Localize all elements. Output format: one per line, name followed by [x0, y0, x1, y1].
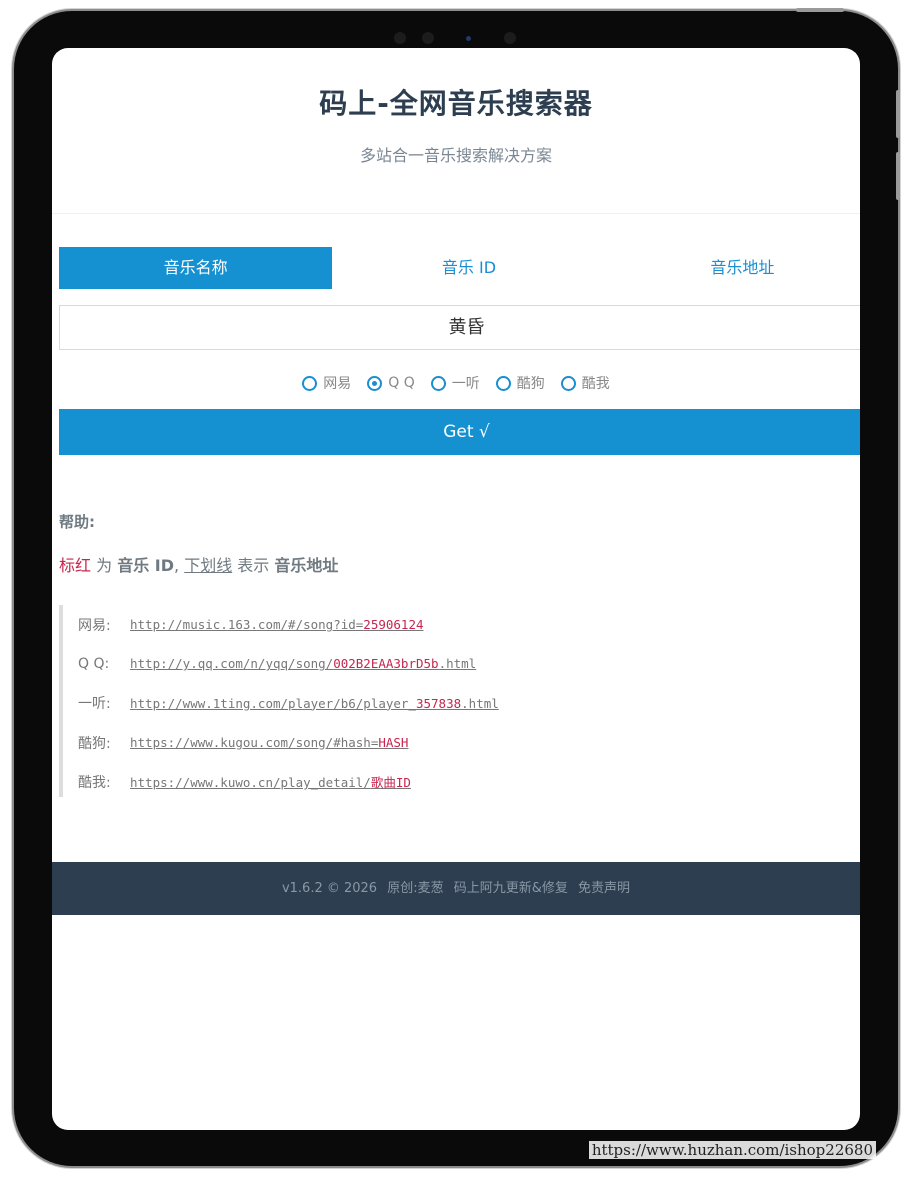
footer-original-link[interactable]: 原创:麦葱 — [387, 881, 443, 896]
search-mode-tabs: 音乐名称 音乐 ID 音乐地址 — [59, 247, 860, 289]
power-button — [796, 8, 844, 12]
example-url: https://www.kugou.com/song/#hash=HASH — [130, 735, 409, 751]
camera-sensor-icon — [504, 32, 516, 44]
legend-red-label: 标红 — [59, 556, 92, 575]
example-url-id: 25906124 — [363, 617, 424, 633]
page-header: 码上-全网音乐搜索器 多站合一音乐搜索解决方案 — [52, 48, 860, 214]
page-subtitle: 多站合一音乐搜索解决方案 — [359, 146, 552, 165]
example-url-id: HASH — [378, 735, 409, 751]
help-title: 帮助: — [59, 513, 95, 531]
tab-music-name[interactable]: 音乐名称 — [59, 247, 333, 289]
radio-circle-icon[interactable] — [560, 375, 576, 391]
volume-down-button — [896, 152, 900, 200]
example-url: http://y.qq.com/n/yqq/song/002B2EAA3brD5… — [130, 656, 477, 672]
example-url: http://music.163.com/#/song?id=25906124 — [130, 617, 424, 633]
footer-version: v1.6.2 © 2026 — [281, 881, 378, 896]
list-item: 酷我: https://www.kuwo.cn/play_detail/歌曲ID — [78, 762, 499, 801]
radio-qq[interactable]: Q Q — [367, 373, 415, 393]
example-url: https://www.kuwo.cn/play_detail/歌曲ID — [130, 775, 411, 791]
watermark-text: https://www.huzhan.com/ishop22680 — [588, 1141, 876, 1159]
get-button[interactable]: Get √ — [59, 409, 860, 455]
radio-circle-icon[interactable] — [302, 375, 318, 391]
list-item: 网易: http://music.163.com/#/song?id=25906… — [78, 605, 499, 644]
search-input[interactable] — [59, 305, 860, 350]
legend-sep: , — [174, 556, 185, 575]
example-label: 酷狗: — [78, 735, 111, 752]
radio-label: 一听 — [451, 376, 480, 392]
radio-kuwo[interactable]: 酷我 — [560, 373, 610, 393]
help-legend: 标红 为 音乐 ID, 下划线 表示 音乐地址 — [59, 552, 338, 576]
radio-kugou[interactable]: 酷狗 — [495, 373, 545, 393]
legend-music-id: 音乐 ID — [117, 556, 175, 575]
url-examples: 网易: http://music.163.com/#/song?id=25906… — [59, 605, 499, 797]
footer-disclaimer-link[interactable]: 免责声明 — [578, 881, 630, 896]
tab-music-id[interactable]: 音乐 ID — [332, 247, 605, 289]
legend-underline-label: 下划线 — [184, 556, 233, 575]
radio-circle-icon[interactable] — [495, 375, 511, 391]
radio-circle-icon[interactable] — [430, 375, 446, 391]
radio-label: Q Q — [388, 375, 415, 391]
camera-sensor-icon — [394, 32, 406, 44]
radio-label: 酷狗 — [516, 376, 545, 392]
legend-text: 为 — [91, 556, 118, 575]
footer-update-link[interactable]: 码上阿九更新&修复 — [454, 881, 568, 896]
list-item: 酷狗: https://www.kugou.com/song/#hash=HAS… — [78, 723, 499, 762]
example-label: 一听: — [78, 696, 111, 713]
radio-checked-icon[interactable] — [367, 375, 383, 391]
app-screen: 码上-全网音乐搜索器 多站合一音乐搜索解决方案 音乐名称 音乐 ID 音乐地址 … — [52, 48, 860, 1130]
legend-text: 表示 — [232, 556, 275, 575]
example-url-id: 歌曲ID — [370, 775, 411, 791]
example-label: 酷我: — [78, 774, 111, 791]
example-label: Q Q: — [78, 655, 110, 672]
camera-sensor-icon — [422, 32, 434, 44]
radio-label: 网易 — [323, 376, 352, 392]
source-radio-group: 网易 Q Q 一听 酷狗 酷我 — [52, 373, 860, 393]
list-item: 一听: http://www.1ting.com/player/b6/playe… — [78, 684, 499, 723]
page-title: 码上-全网音乐搜索器 — [319, 87, 593, 120]
example-label: 网易: — [78, 617, 111, 634]
volume-up-button — [896, 90, 900, 138]
radio-label: 酷我 — [581, 376, 610, 392]
example-url: http://www.1ting.com/player/b6/player_35… — [130, 695, 499, 711]
example-url-id: 357838 — [415, 695, 462, 711]
tab-music-url[interactable]: 音乐地址 — [606, 247, 860, 289]
camera-lens-icon — [466, 36, 471, 41]
radio-netease[interactable]: 网易 — [302, 373, 351, 393]
example-url-id: 002B2EAA3brD5b — [333, 656, 439, 672]
legend-music-url: 音乐地址 — [274, 556, 339, 575]
list-item: Q Q: http://y.qq.com/n/yqq/song/002B2EAA… — [78, 644, 499, 683]
page-footer: v1.6.2 © 2026 原创:麦葱 码上阿九更新&修复 免责声明 — [52, 862, 860, 915]
radio-1ting[interactable]: 一听 — [430, 373, 480, 393]
